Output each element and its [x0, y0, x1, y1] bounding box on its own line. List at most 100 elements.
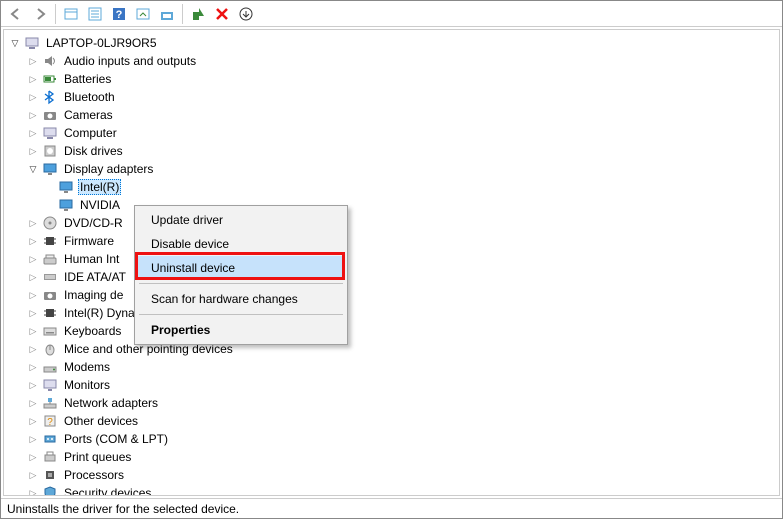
network-icon	[42, 395, 58, 411]
dvd-icon	[42, 215, 58, 231]
tree-category-label: IDE ATA/AT	[62, 269, 128, 285]
tree-category[interactable]: Audio inputs and outputs	[8, 52, 779, 70]
expand-icon[interactable]	[26, 432, 40, 446]
keyboard-icon	[42, 323, 58, 339]
bluetooth-icon	[42, 89, 58, 105]
tree-category[interactable]: Keyboards	[8, 322, 779, 340]
tree-category-label: Computer	[62, 125, 119, 141]
tree-category-label: DVD/CD-R	[62, 215, 125, 231]
hid-icon	[42, 251, 58, 267]
tree-category[interactable]: Network adapters	[8, 394, 779, 412]
expand-icon[interactable]	[26, 126, 40, 140]
context-menu-item[interactable]: Scan for hardware changes	[137, 287, 345, 311]
uninstall-button[interactable]	[211, 3, 233, 25]
expand-icon[interactable]	[26, 468, 40, 482]
tree-category-label: Ports (COM & LPT)	[62, 431, 170, 447]
tree-category[interactable]: Intel(R) Dynamic Platform and Thermal Fr…	[8, 304, 779, 322]
tree-category[interactable]: Human Int	[8, 250, 779, 268]
expand-icon[interactable]	[26, 72, 40, 86]
tree-category[interactable]: Monitors	[8, 376, 779, 394]
svg-text:?: ?	[47, 417, 53, 428]
tree-category-label: Network adapters	[62, 395, 160, 411]
help-button[interactable]: ?	[108, 3, 130, 25]
tree-category[interactable]: Imaging de	[8, 286, 779, 304]
context-menu-item[interactable]: Uninstall device	[137, 256, 345, 280]
chip-icon	[42, 233, 58, 249]
status-text: Uninstalls the driver for the selected d…	[7, 502, 239, 516]
expand-icon[interactable]	[26, 216, 40, 230]
display-icon	[58, 179, 74, 195]
context-menu: Update driverDisable deviceUninstall dev…	[134, 205, 348, 345]
tree-category[interactable]: DVD/CD-R	[8, 214, 779, 232]
enable-button[interactable]	[187, 3, 209, 25]
scan-button[interactable]	[132, 3, 154, 25]
expand-icon[interactable]	[26, 342, 40, 356]
tree-category-label: Bluetooth	[62, 89, 117, 105]
expand-icon[interactable]	[26, 324, 40, 338]
port-icon	[42, 431, 58, 447]
tree-category[interactable]: Computer	[8, 124, 779, 142]
back-button[interactable]	[5, 3, 27, 25]
expand-icon[interactable]	[26, 252, 40, 266]
expand-icon[interactable]	[26, 144, 40, 158]
expand-icon[interactable]	[26, 414, 40, 428]
context-menu-item[interactable]: Disable device	[137, 232, 345, 256]
expand-icon[interactable]	[26, 54, 40, 68]
tree-category[interactable]: Firmware	[8, 232, 779, 250]
tree-category[interactable]: Cameras	[8, 106, 779, 124]
tree-category[interactable]: Print queues	[8, 448, 779, 466]
forward-button[interactable]	[29, 3, 51, 25]
tree-category[interactable]: Disk drives	[8, 142, 779, 160]
toolbar-separator	[182, 4, 183, 24]
expand-icon[interactable]	[26, 486, 40, 495]
tree-category[interactable]: Security devices	[8, 484, 779, 495]
tree-category[interactable]: Bluetooth	[8, 88, 779, 106]
tree-category[interactable]: Batteries	[8, 70, 779, 88]
tree-category[interactable]: Mice and other pointing devices	[8, 340, 779, 358]
tree-category[interactable]: ? Other devices	[8, 412, 779, 430]
security-icon	[42, 485, 58, 495]
context-menu-item[interactable]: Update driver	[137, 208, 345, 232]
modem-icon	[42, 359, 58, 375]
update-driver-button[interactable]	[156, 3, 178, 25]
expand-icon[interactable]	[26, 108, 40, 122]
tree-category[interactable]: Processors	[8, 466, 779, 484]
tree-category-label: Human Int	[62, 251, 121, 267]
expand-icon[interactable]	[26, 450, 40, 464]
expand-icon[interactable]	[26, 306, 40, 320]
expand-icon[interactable]	[26, 90, 40, 104]
expand-icon[interactable]	[26, 234, 40, 248]
monitor-icon	[42, 377, 58, 393]
display-icon	[58, 197, 74, 213]
printer-icon	[42, 449, 58, 465]
context-menu-item[interactable]: Properties	[137, 318, 345, 342]
ide-icon	[42, 269, 58, 285]
expand-icon[interactable]	[26, 162, 40, 176]
tree-category[interactable]: Display adapters	[8, 160, 779, 178]
context-menu-separator	[139, 283, 343, 284]
tree-device[interactable]: NVIDIA	[8, 196, 779, 214]
tree-device[interactable]: Intel(R)	[8, 178, 779, 196]
tree-category-label: Disk drives	[62, 143, 125, 159]
expand-icon[interactable]	[26, 288, 40, 302]
expand-icon[interactable]	[26, 360, 40, 374]
tree-category-label: Other devices	[62, 413, 140, 429]
tree-root-label: LAPTOP-0LJR9OR5	[44, 35, 159, 51]
toolbar: ?	[1, 1, 782, 27]
properties-button[interactable]	[84, 3, 106, 25]
down-arrow-button[interactable]	[235, 3, 257, 25]
show-hidden-button[interactable]	[60, 3, 82, 25]
disk-icon	[42, 143, 58, 159]
tree-category[interactable]: Modems	[8, 358, 779, 376]
tree-category-label: Modems	[62, 359, 112, 375]
expand-icon[interactable]	[26, 270, 40, 284]
expand-icon[interactable]	[26, 378, 40, 392]
tree-root[interactable]: LAPTOP-0LJR9OR5	[8, 34, 779, 52]
expand-icon[interactable]	[8, 36, 22, 50]
tree-category[interactable]: IDE ATA/AT	[8, 268, 779, 286]
expand-icon[interactable]	[26, 396, 40, 410]
display-icon	[42, 161, 58, 177]
device-tree[interactable]: LAPTOP-0LJR9OR5 Audio inputs and outputs…	[4, 30, 779, 495]
tree-category-label: Firmware	[62, 233, 116, 249]
tree-category[interactable]: Ports (COM & LPT)	[8, 430, 779, 448]
